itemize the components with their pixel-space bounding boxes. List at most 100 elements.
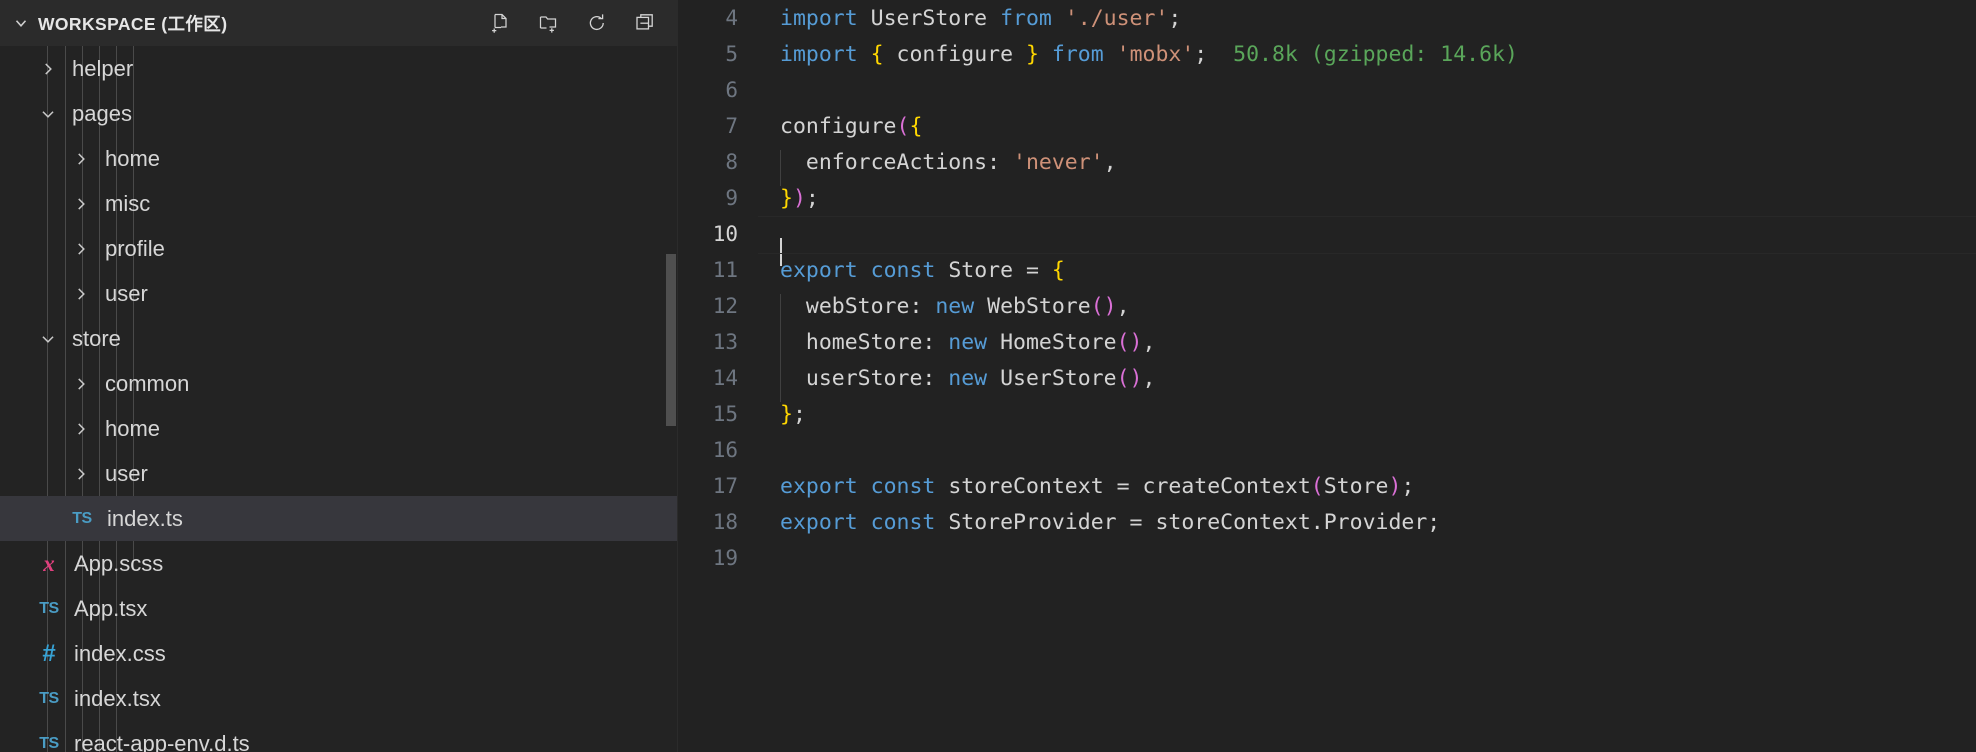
chevron-right-icon[interactable] [67,370,95,398]
chevron-right-icon[interactable] [67,460,95,488]
new-file-icon[interactable] [488,10,514,36]
explorer-actions [488,10,664,36]
tree-item-label: App.tsx [74,595,148,621]
chevron-right-icon[interactable] [67,145,95,173]
tree-item-label: react-app-env.d.ts [74,730,250,752]
tree-item-label: index.ts [107,505,183,531]
chevron-right-icon[interactable] [67,190,95,218]
line-number: 13 [712,330,738,354]
line-number: 7 [725,114,738,138]
workspace-title: WORKSPACE (工作区) [38,13,228,34]
chevron-down-icon[interactable] [10,12,32,34]
code-line-text: userStore: new UserStore(), [756,365,1155,402]
code-line-text: export const StoreProvider = storeContex… [780,509,1441,535]
typescript-file-icon: TS [39,734,59,752]
collapse-folders-icon[interactable] [632,10,658,36]
code-line-12[interactable]: 12 webStore: new WebStore(), [678,288,1976,330]
tree-item-react-app-env-d-ts[interactable]: TS react-app-env.d.ts [0,721,678,752]
code-line-17[interactable]: 17 export const storeContext = createCont… [678,468,1976,504]
line-number: 14 [712,366,738,390]
tree-rows-container: helper pages home misc profile user store commo… [0,46,678,752]
tree-item-user[interactable]: user [0,271,678,316]
explorer-section-header[interactable]: WORKSPACE (工作区) [0,0,678,46]
code-line-13[interactable]: 13 homeStore: new HomeStore(), [678,324,1976,366]
code-line-text: import UserStore from './user'; [780,5,1182,31]
code-line-15[interactable]: 15}; [678,396,1976,432]
typescript-file-icon: TS [72,509,92,527]
tree-item-profile[interactable]: profile [0,226,678,271]
code-line-text: enforceActions: 'never', [756,149,1117,186]
code-line-11[interactable]: 11 export const Store = { [678,252,1976,288]
line-number: 18 [712,510,738,534]
tree-item-pages[interactable]: pages [0,91,678,136]
code-line-text: }); [780,185,819,211]
code-line-text: homeStore: new HomeStore(), [756,329,1155,366]
tree-item-label: misc [105,190,151,216]
tree-item-index-css[interactable]: # index.css [0,631,678,676]
typescript-file-icon: TS [39,689,59,707]
chevron-down-icon[interactable] [34,100,62,128]
code-line-text: webStore: new WebStore(), [756,293,1130,330]
file-tree[interactable]: helper pages home misc profile user store commo… [0,46,678,752]
css-file-icon: # [42,639,56,667]
chevron-right-icon[interactable] [67,415,95,443]
code-line-16[interactable]: 16 [678,432,1976,468]
code-line-8[interactable]: 8 enforceActions: 'never', [678,144,1976,186]
code-line-7[interactable]: 7 configure({ [678,108,1976,144]
tree-item-label: index.tsx [74,685,161,711]
line-number: 8 [725,150,738,174]
refresh-explorer-icon[interactable] [584,10,610,36]
line-number: 12 [712,294,738,318]
sidebar-scrollbar-thumb[interactable] [666,254,676,426]
chevron-down-icon[interactable] [34,325,62,353]
chevron-right-icon[interactable] [67,235,95,263]
tree-item-user[interactable]: user [0,451,678,496]
code-line-text: configure({ [780,113,923,139]
tree-item-label: home [105,415,161,441]
code-lines-container: 4 import UserStore from './user'; 5 import … [678,0,1976,576]
line-number: 15 [712,402,738,426]
new-folder-icon[interactable] [536,10,562,36]
typescript-file-icon: TS [39,599,59,617]
code-line-text: }; [780,401,806,427]
code-line-9[interactable]: 9}); [678,180,1976,216]
tree-item-label: home [105,145,161,171]
code-line-6[interactable]: 6 [678,72,1976,108]
tree-item-label: index.css [74,640,166,666]
line-number: 9 [725,186,738,210]
line-number: 17 [712,474,738,498]
tree-item-label: store [72,325,121,351]
code-line-18[interactable]: 18 export const StoreProvider = storeCont… [678,504,1976,540]
code-line-4[interactable]: 4 import UserStore from './user'; [678,0,1976,36]
tree-item-label: helper [72,55,134,81]
code-line-text: export const Store = { [780,257,1065,283]
code-line-text: export const storeContext = createContex… [780,473,1415,499]
code-line-text: import { configure } from 'mobx'; 50.8k … [780,41,1518,67]
tree-item-app-scss[interactable]: x App.scss [0,541,678,586]
vscode-window: WORKSPACE (工作区) helper pages home misc p… [0,0,1976,752]
scss-file-icon: x [43,550,55,576]
chevron-right-icon[interactable] [67,280,95,308]
chevron-right-icon[interactable] [34,55,62,83]
editor-scrollbar[interactable] [1962,0,1976,752]
code-line-10[interactable]: 10 [678,216,1976,266]
code-editor[interactable]: 4 import UserStore from './user'; 5 import … [678,0,1976,752]
tree-item-label: App.scss [74,550,164,576]
code-line-5[interactable]: 5 import { configure } from 'mobx'; 50.8k… [678,36,1976,72]
tree-item-misc[interactable]: misc [0,181,678,226]
line-number: 16 [712,438,738,462]
tree-item-store[interactable]: store [0,316,678,361]
line-number: 6 [725,78,738,102]
code-line-19[interactable]: 19 [678,540,1976,576]
code-line-14[interactable]: 14 userStore: new UserStore(), [678,360,1976,402]
tree-item-home[interactable]: home [0,136,678,181]
tree-item-label: user [105,280,148,306]
tree-item-label: profile [105,235,165,261]
tree-item-common[interactable]: common [0,361,678,406]
tree-item-home[interactable]: home [0,406,678,451]
tree-item-index-tsx[interactable]: TS index.tsx [0,676,678,721]
tree-item-app-tsx[interactable]: TS App.tsx [0,586,678,631]
tree-item-helper[interactable]: helper [0,46,678,91]
tree-item-index-ts[interactable]: TS index.ts [0,496,678,541]
line-number: 19 [712,546,738,570]
